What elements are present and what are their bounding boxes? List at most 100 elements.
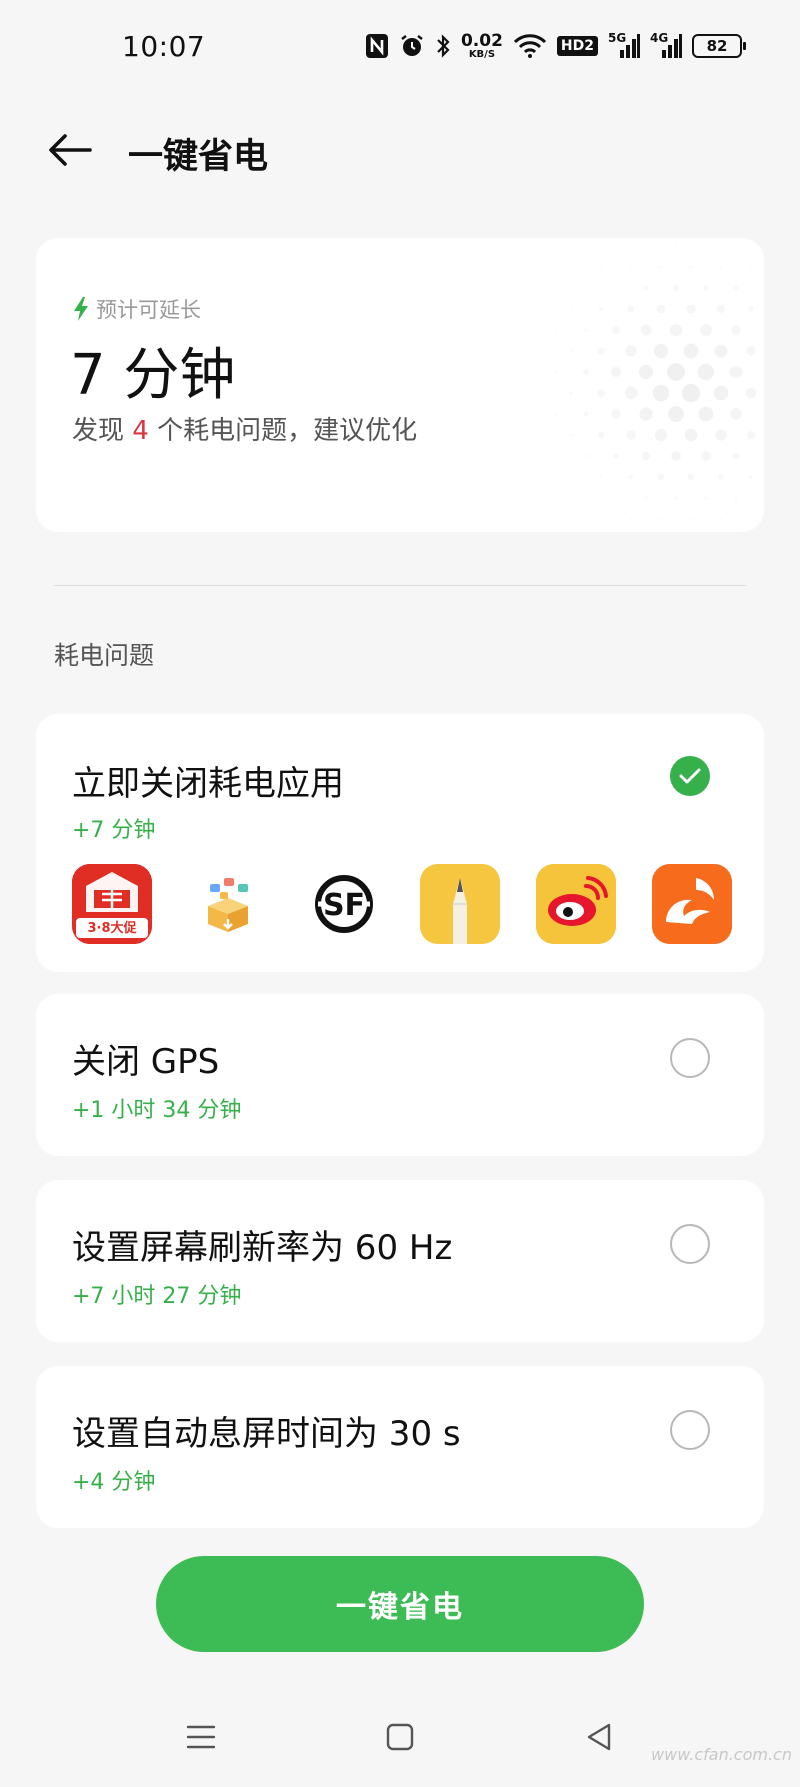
decor-dot: [733, 285, 739, 291]
decor-dot: [554, 328, 558, 332]
decor-dot: [746, 346, 756, 356]
decor-dot: [749, 265, 753, 269]
issue-summary-suffix: 个耗电问题，建议优化: [148, 416, 418, 446]
apps-row: 3·8大促 SF: [72, 864, 732, 944]
decor-dot: [653, 343, 669, 359]
checkmark-icon: [679, 768, 701, 784]
decor-dot: [715, 429, 727, 441]
issue-checkbox[interactable]: [670, 1224, 710, 1264]
decor-dot: [554, 244, 558, 248]
decor-dot: [745, 387, 757, 399]
decor-dot: [659, 265, 663, 269]
decor-dot: [644, 496, 648, 500]
decor-dot: [599, 265, 603, 269]
decor-dot: [657, 473, 665, 481]
nav-menu-button[interactable]: [176, 1712, 226, 1762]
issue-card-refresh-rate[interactable]: 设置屏幕刷新率为 60 Hz +7 小时 27 分钟: [36, 1180, 764, 1342]
back-button[interactable]: [44, 128, 96, 172]
signal-5g-label: 5G: [608, 31, 627, 45]
issue-checkbox[interactable]: [670, 1410, 710, 1450]
decor-dot: [614, 496, 618, 500]
status-icons: 0.02 KB/S HD2 5G 4G 82: [365, 28, 746, 64]
decor-dot: [584, 244, 588, 248]
issue-summary: 发现 4 个耗电问题，建议优化: [72, 410, 417, 447]
signal-4g-label: 4G: [650, 31, 669, 45]
decor-dot: [626, 430, 636, 440]
decor-dot: [701, 451, 711, 461]
decor-dot: [667, 363, 685, 381]
decor-dot: [584, 454, 588, 458]
decor-dot: [599, 307, 603, 311]
decor-dot: [627, 305, 635, 313]
watermark: www.cfan.com.cn: [651, 1745, 792, 1764]
issue-card-close-apps[interactable]: 立即关闭耗电应用 +7 分钟 3·8大促 SF: [36, 714, 764, 972]
net-speed: 0.02 KB/S: [461, 32, 503, 60]
summary-card: 预计可延长 7 分钟 发现 4 个耗电问题，建议优化: [36, 238, 764, 532]
decor-dot: [583, 369, 589, 375]
alarm-icon: [399, 33, 425, 59]
decor-dot: [612, 326, 620, 334]
status-time: 10:07: [122, 30, 206, 63]
decor-dot: [703, 285, 709, 291]
decor-dot: [613, 453, 619, 459]
decor-dot: [687, 473, 695, 481]
issue-card-screen-timeout[interactable]: 设置自动息屏时间为 30 s +4 分钟: [36, 1366, 764, 1528]
issue-card-gps[interactable]: 关闭 GPS +1 小时 34 分钟: [36, 994, 764, 1156]
decor-dot: [719, 517, 723, 521]
decor-dot: [700, 324, 712, 336]
decor-dot: [686, 304, 696, 314]
decor-dot: [713, 385, 729, 401]
weibo-logo: [536, 864, 616, 944]
dot-pattern-decoration: [554, 244, 757, 521]
decor-dot: [697, 363, 715, 381]
decor-dot: [569, 265, 573, 269]
app-sf-mark: SF: [322, 888, 366, 923]
app-package-installer-icon[interactable]: [188, 864, 268, 944]
decor-dot: [554, 412, 558, 416]
decor-dot: [639, 407, 653, 421]
app-notes-icon[interactable]: [420, 864, 500, 944]
decor-dot: [704, 496, 708, 500]
header: 一键省电: [0, 110, 800, 190]
nav-home-button[interactable]: [375, 1712, 425, 1762]
decor-dot: [597, 431, 605, 439]
decor-dot: [599, 517, 603, 521]
decor-dot: [749, 517, 753, 521]
decor-dot: [689, 265, 693, 269]
app-uc-browser-icon[interactable]: [652, 864, 732, 944]
page-title: 一键省电: [128, 137, 269, 177]
app-pinduoduo-icon[interactable]: 3·8大促: [72, 864, 152, 944]
decor-dot: [569, 475, 573, 479]
decor-dot: [673, 285, 679, 291]
nfc-icon: [365, 33, 389, 59]
decor-dot: [683, 343, 699, 359]
back-arrow-icon: [49, 134, 92, 166]
decor-dot: [610, 366, 622, 378]
divider: [54, 585, 746, 586]
app-sf-express-icon[interactable]: SF: [304, 864, 384, 944]
decor-dot: [569, 517, 573, 521]
battery-level: 82: [706, 37, 728, 55]
app-pinduoduo-badge: 3·8大促: [87, 921, 137, 936]
decor-dot: [554, 496, 558, 500]
decor-dot: [681, 383, 701, 403]
wifi-icon: [513, 33, 547, 59]
one-key-save-button[interactable]: 一键省电: [156, 1556, 644, 1652]
net-speed-unit: KB/S: [468, 48, 496, 60]
decor-dot: [671, 451, 681, 461]
estimate-label: 预计可延长: [96, 298, 201, 322]
issue-gain: +7 分钟: [72, 818, 156, 843]
decor-dot: [584, 286, 588, 290]
decor-dot: [698, 406, 714, 422]
issue-title: 立即关闭耗电应用: [72, 764, 344, 804]
nav-back-button[interactable]: [574, 1712, 624, 1762]
estimate-row: 预计可延长: [72, 294, 201, 324]
decor-dot: [730, 408, 742, 420]
app-weibo-icon[interactable]: [536, 864, 616, 944]
decor-dot: [747, 431, 755, 439]
decor-dot: [674, 244, 678, 248]
decor-dot: [583, 411, 589, 417]
issue-checkbox-checked[interactable]: [670, 756, 710, 796]
issue-checkbox[interactable]: [670, 1038, 710, 1078]
decor-dot: [729, 365, 743, 379]
